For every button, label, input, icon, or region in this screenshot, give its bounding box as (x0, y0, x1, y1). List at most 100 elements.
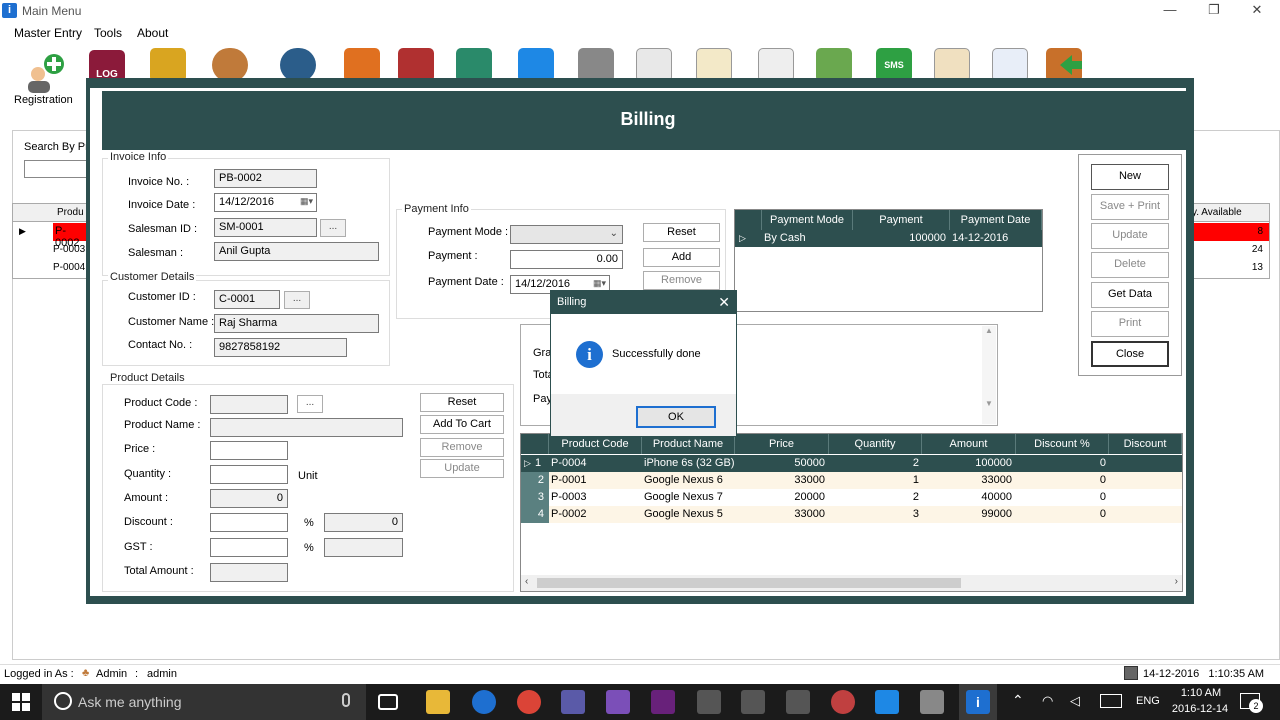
new-button[interactable]: New (1091, 164, 1169, 190)
sms-icon[interactable]: SMS (876, 48, 912, 82)
app-icon[interactable] (920, 690, 944, 714)
exit-icon[interactable] (1046, 48, 1082, 82)
app-icon[interactable] (561, 690, 585, 714)
language-indicator[interactable]: ENG (1136, 695, 1160, 707)
payment-reset-button[interactable]: Reset (643, 223, 720, 242)
print-button[interactable]: Print (1091, 311, 1169, 337)
stock-grid[interactable]: Produ ▶ P-0002 P-0003 P-0004 (12, 203, 92, 279)
money-icon[interactable] (456, 48, 492, 82)
cortana-search-box[interactable]: Ask me anything (42, 684, 366, 720)
edge-icon[interactable] (472, 690, 496, 714)
update-button[interactable]: Update (1091, 223, 1169, 249)
customer-name-field[interactable]: Raj Sharma (214, 314, 379, 333)
notifications-icon[interactable]: 2 (1240, 693, 1263, 713)
scrollbar-thumb[interactable] (537, 578, 961, 588)
visual-studio-icon[interactable] (606, 690, 630, 714)
chevron-up-icon[interactable]: ⌃ (1012, 692, 1024, 709)
amount-field[interactable]: 0 (210, 489, 288, 508)
payment-grid[interactable]: Payment Mode Payment Payment Date ▷ By C… (734, 209, 1043, 312)
cart-grid[interactable]: Product Code Product Name Price Quantity… (520, 433, 1183, 592)
keyboard-icon[interactable] (1100, 694, 1122, 708)
tool-icon[interactable] (786, 690, 810, 714)
dialog-close-icon[interactable]: ✕ (718, 291, 730, 314)
registration-button[interactable] (24, 50, 64, 94)
payment-add-button[interactable]: Add (643, 248, 720, 267)
menu-tools[interactable]: Tools (94, 26, 122, 40)
close-window-button[interactable]: ✕ (1237, 0, 1277, 22)
gst-pct-input[interactable] (210, 538, 288, 557)
customer-id-field[interactable]: C-0001 (214, 290, 280, 309)
payment-icon[interactable] (816, 48, 852, 82)
table-row[interactable]: ▷ 1 P-0004 iPhone 6s (32 GB) 50000 2 100… (521, 455, 1182, 472)
invoice-no-field[interactable]: PB-0002 (214, 169, 317, 188)
volume-icon[interactable]: ◁ (1070, 693, 1080, 709)
delete-button[interactable]: Delete (1091, 252, 1169, 278)
tools-icon[interactable] (578, 48, 614, 82)
get-data-button[interactable]: Get Data (1091, 282, 1169, 308)
tool-icon[interactable] (741, 690, 765, 714)
vertical-scrollbar[interactable]: ▲ ▼ (982, 326, 996, 424)
maximize-button[interactable]: ❐ (1194, 0, 1234, 22)
edit-icon[interactable] (636, 48, 672, 82)
product-remove-button[interactable]: Remove (420, 438, 504, 457)
payment-input[interactable]: 0.00 (510, 250, 623, 269)
task-view-icon[interactable] (378, 694, 398, 710)
menu-about[interactable]: About (137, 26, 168, 40)
users-icon[interactable] (212, 48, 248, 82)
scroll-left-icon[interactable]: ‹ (525, 576, 528, 587)
database-icon[interactable] (150, 48, 186, 82)
payment-mode-select[interactable]: ⌄ (510, 225, 623, 244)
minimize-button[interactable]: — (1150, 0, 1190, 22)
salesman-icon[interactable] (344, 48, 380, 82)
table-row[interactable]: 3 P-0003 Google Nexus 7 20000 2 40000 0 (521, 489, 1182, 506)
close-button[interactable]: Close (1091, 341, 1169, 367)
table-row[interactable]: 2 P-0001 Google Nexus 6 33000 1 33000 0 (521, 472, 1182, 489)
scroll-right-icon[interactable]: › (1175, 576, 1178, 587)
active-app-tile[interactable]: i (959, 684, 997, 720)
report-icon[interactable] (758, 48, 794, 82)
contact-field[interactable]: 9827858192 (214, 338, 347, 357)
ok-button[interactable]: OK (636, 406, 716, 428)
cart-icon[interactable] (398, 48, 434, 82)
app-icon[interactable] (831, 690, 855, 714)
chrome-icon[interactable] (517, 690, 541, 714)
available-grid[interactable]: y. Available 8 24 13 (1185, 203, 1270, 279)
salesman-id-field[interactable]: SM-0001 (214, 218, 317, 237)
product-name-field[interactable] (210, 418, 403, 437)
clock-time[interactable]: 1:10 AM (1176, 687, 1226, 699)
wifi-icon[interactable]: ◠ (1042, 693, 1053, 709)
microphone-icon[interactable] (342, 693, 350, 707)
horizontal-scrollbar[interactable]: ‹ › (521, 575, 1182, 591)
customer-browse-button[interactable]: ... (284, 291, 310, 309)
save-print-button[interactable]: Save + Print (1091, 194, 1169, 220)
gst-value-field[interactable] (324, 538, 403, 557)
chart-icon[interactable] (518, 48, 554, 82)
product-browse-button[interactable]: ... (297, 395, 323, 413)
product-code-field[interactable] (210, 395, 288, 414)
add-to-cart-button[interactable]: Add To Cart (420, 415, 504, 434)
invoice-icon[interactable] (934, 48, 970, 82)
invoice-date-picker[interactable]: 14/12/2016 ▦▾ (214, 193, 317, 212)
table-row[interactable]: 4 P-0002 Google Nexus 5 33000 3 99000 0 (521, 506, 1182, 523)
file-explorer-icon[interactable] (426, 690, 450, 714)
search-input[interactable] (24, 160, 94, 178)
windows-start-icon[interactable] (12, 693, 30, 714)
visual-studio-icon[interactable] (651, 690, 675, 714)
payment-remove-button[interactable]: Remove (643, 271, 720, 290)
notes-icon[interactable] (696, 48, 732, 82)
discount-pct-input[interactable] (210, 513, 288, 532)
app-icon[interactable] (875, 690, 899, 714)
quantity-input[interactable] (210, 465, 288, 484)
discount-value-field[interactable]: 0 (324, 513, 403, 532)
tool-icon[interactable] (697, 690, 721, 714)
menu-master-entry[interactable]: Master Entry (14, 26, 82, 40)
product-update-button[interactable]: Update (420, 459, 504, 478)
calendar-icon[interactable] (992, 48, 1028, 82)
salesman-field[interactable]: Anil Gupta (214, 242, 379, 261)
salesman-browse-button[interactable]: ... (320, 219, 346, 237)
price-input[interactable] (210, 441, 288, 460)
total-amount-field[interactable] (210, 563, 288, 582)
product-reset-button[interactable]: Reset (420, 393, 504, 412)
group-icon[interactable] (280, 48, 316, 82)
clock-date[interactable]: 2016-12-14 (1170, 703, 1230, 715)
